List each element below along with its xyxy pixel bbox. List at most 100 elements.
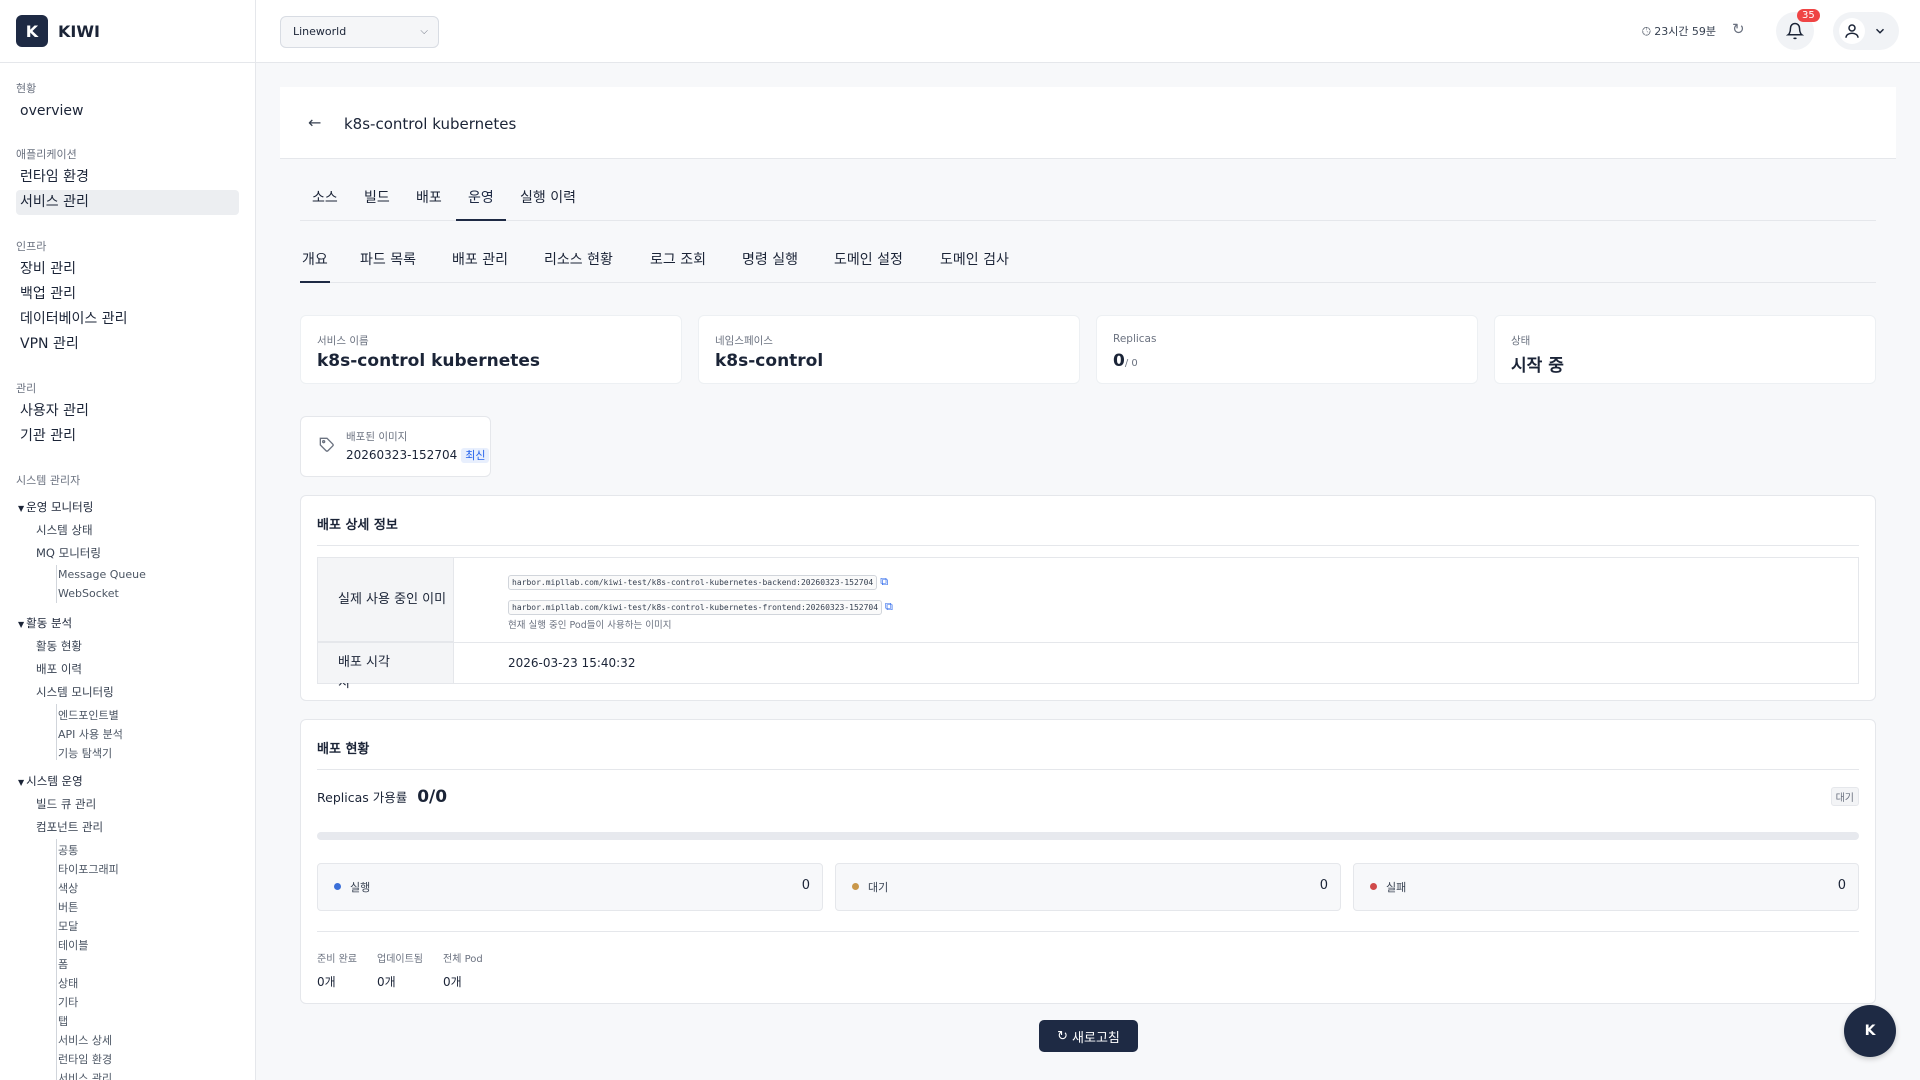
sidebar-item-org-mgmt[interactable]: 기관 관리	[16, 424, 239, 449]
sidebar-item-etc[interactable]: 기타	[58, 994, 78, 1010]
replicas-value: 0	[1113, 351, 1125, 371]
session-timer: 🕓︎ 23시간 59분	[1642, 23, 1716, 39]
assistant-fab[interactable]: K	[1844, 1005, 1896, 1057]
sidebar-item-modal[interactable]: 모달	[58, 918, 78, 934]
sidebar-item-device-mgmt[interactable]: 장비 관리	[16, 257, 239, 282]
sidebar-item-typography[interactable]: 타이포그래피	[58, 861, 119, 877]
sidebar-item-state[interactable]: 상태	[58, 975, 78, 991]
tab-source[interactable]: 소스	[312, 187, 338, 221]
tab-operation[interactable]: 운영	[456, 187, 506, 221]
refresh-button[interactable]: ↻ 새로고침	[1039, 1020, 1138, 1052]
divider	[317, 931, 1859, 932]
user-menu[interactable]	[1833, 12, 1899, 50]
sidebar-item-service-mgmt[interactable]: 서비스 관리	[16, 190, 239, 215]
sidebar-item-user-mgmt[interactable]: 사용자 관리	[16, 399, 239, 424]
deploy-detail-table: 실제 사용 중인 이미지 harbor.mipllab.com/kiwi-tes…	[317, 557, 1859, 691]
caret-down-icon: ▼	[18, 620, 25, 629]
tab-deploy[interactable]: 배포	[416, 187, 442, 221]
count-label: 실패	[1386, 881, 1407, 894]
sidebar-item-backup-mgmt[interactable]: 백업 관리	[16, 282, 239, 307]
refresh-icon: ↻	[1057, 1028, 1069, 1044]
replicas-total: / 0	[1124, 358, 1138, 369]
subtab-pods[interactable]: 파드 목록	[360, 249, 416, 283]
subtab-logs[interactable]: 로그 조회	[650, 249, 706, 283]
sidebar-item-deploy-history[interactable]: 배포 이력	[36, 661, 82, 677]
page-title: k8s-control kubernetes	[344, 115, 517, 133]
total-label: 전체 Pod	[443, 954, 483, 965]
sidebar-item-common[interactable]: 공통	[58, 842, 78, 858]
tag-icon	[319, 437, 335, 457]
sidebar-item-websocket[interactable]: WebSocket	[58, 587, 119, 600]
copy-icon[interactable]: ⧉	[880, 575, 888, 588]
sidebar-item-system-status[interactable]: 시스템 상태	[36, 522, 93, 538]
sidebar-item-tab[interactable]: 탭	[58, 1013, 68, 1029]
deploy-time-header: 배포 시각	[318, 643, 454, 683]
tab-run-history[interactable]: 실행 이력	[520, 187, 576, 221]
sidebar-item-feature-explorer[interactable]: 기능 탐색기	[58, 745, 112, 761]
deploy-detail-panel: 배포 상세 정보 실제 사용 중인 이미지 harbor.mipllab.com…	[300, 495, 1876, 701]
image-chip-backend: harbor.mipllab.com/kiwi-test/k8s-control…	[508, 575, 878, 590]
copy-icon[interactable]: ⧉	[885, 600, 893, 613]
sidebar-item-overview[interactable]: overview	[16, 99, 239, 124]
tab-build[interactable]: 빌드	[364, 187, 390, 221]
subtab-exec[interactable]: 명령 실행	[742, 249, 798, 283]
sidebar-item-service-detail[interactable]: 서비스 상세	[58, 1032, 112, 1048]
section-application: 애플리케이션	[16, 148, 77, 161]
sidebar-item-runtime-env[interactable]: 런타임 환경	[58, 1051, 112, 1067]
subtab-resources[interactable]: 리소스 현황	[544, 249, 613, 283]
workspace-select[interactable]: Lineworld ⌵	[280, 16, 439, 48]
sidebar: K KIWI 현황 overview 애플리케이션 런타임 환경 서비스 관리 …	[0, 0, 256, 1080]
back-arrow-icon[interactable]: ←	[308, 113, 321, 132]
sidebar-item-activity-status[interactable]: 활동 현황	[36, 638, 82, 654]
group-ops-monitor[interactable]: ▼ 운영 모니터링	[18, 499, 93, 515]
subtab-overview[interactable]: 개요	[300, 249, 330, 283]
deploy-status-panel: 배포 현황 Replicas 가용률 0/0 대기 실행 0 대기 0 실패 0 …	[300, 719, 1876, 1004]
status-badge: 대기	[1830, 787, 1859, 806]
stat-value: k8s-control	[715, 351, 824, 371]
primary-tabs: 소스 빌드 배포 운영 실행 이력	[300, 181, 1876, 221]
sidebar-item-component-mgmt[interactable]: 컴포넌트 관리	[36, 819, 103, 835]
group-label: 시스템 운영	[26, 774, 83, 788]
clock-icon: 🕓︎	[1642, 25, 1651, 38]
sidebar-item-service-mgmt-comp[interactable]: 서비스 관리	[58, 1070, 112, 1080]
sidebar-item-button[interactable]: 버튼	[58, 899, 78, 915]
sidebar-item-color[interactable]: 색상	[58, 880, 78, 896]
stat-status: 상태 시작 중	[1494, 315, 1876, 384]
group-activity[interactable]: ▼ 활동 분석	[18, 615, 72, 631]
sidebar-item-system-monitoring[interactable]: 시스템 모니터링	[36, 684, 114, 700]
logo[interactable]: K KIWI	[0, 0, 255, 63]
chevron-down-icon	[1875, 28, 1885, 34]
count-value: 0	[1319, 878, 1328, 893]
subtab-domain-settings[interactable]: 도메인 설정	[834, 249, 903, 283]
tree-line	[56, 839, 57, 1080]
section-status: 현황	[16, 82, 37, 95]
section-manage: 관리	[16, 382, 37, 395]
user-icon	[1845, 24, 1859, 38]
sidebar-item-mq-monitor[interactable]: MQ 모니터링	[36, 545, 101, 561]
sidebar-item-by-endpoint[interactable]: 엔드포인트별	[58, 707, 119, 723]
stat-value: 0/ 0	[1113, 351, 1138, 371]
section-infra: 인프라	[16, 240, 47, 253]
stat-service-name: 서비스 이름 k8s-control kubernetes	[300, 315, 682, 384]
sidebar-item-build-queue[interactable]: 빌드 큐 관리	[36, 796, 96, 812]
sidebar-item-form[interactable]: 폼	[58, 956, 68, 972]
group-sys-ops[interactable]: ▼ 시스템 운영	[18, 773, 83, 789]
panel-title: 배포 상세 정보	[317, 518, 398, 533]
count-running: 실행 0	[317, 863, 823, 911]
sidebar-item-api-usage[interactable]: API 사용 분석	[58, 726, 123, 742]
sidebar-item-vpn-mgmt[interactable]: VPN 관리	[16, 332, 239, 357]
row-divider	[318, 642, 1858, 643]
sidebar-item-db-mgmt[interactable]: 데이터베이스 관리	[16, 307, 239, 332]
sidebar-item-runtime[interactable]: 런타임 환경	[16, 165, 239, 190]
sidebar-item-message-queue[interactable]: Message Queue	[58, 568, 146, 581]
refresh-session-icon[interactable]: ↻	[1732, 20, 1745, 38]
subtab-domain-check[interactable]: 도메인 검사	[940, 249, 1009, 283]
updated-label: 업데이트됨	[377, 954, 423, 965]
refresh-label: 새로고침	[1072, 1030, 1120, 1046]
sidebar-item-table[interactable]: 테이블	[58, 937, 88, 953]
images-header: 실제 사용 중인 이미지	[318, 558, 454, 691]
caret-down-icon: ▼	[18, 778, 25, 787]
subtab-deploy-mgmt[interactable]: 배포 관리	[452, 249, 508, 283]
count-value: 0	[1837, 878, 1846, 893]
logo-mark: K	[16, 15, 48, 47]
